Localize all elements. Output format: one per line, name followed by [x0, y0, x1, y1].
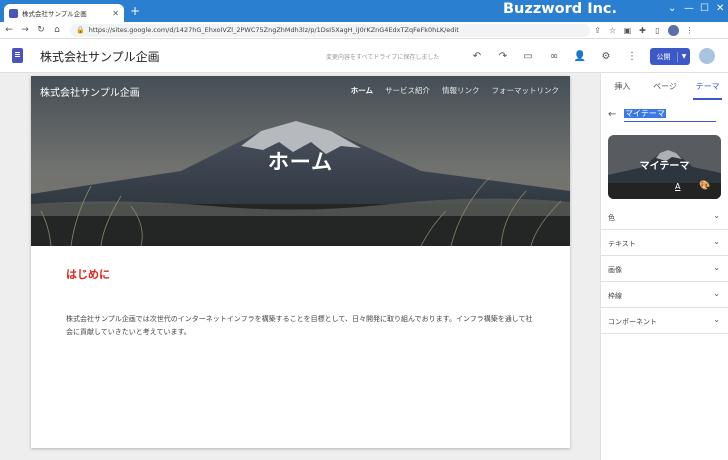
chevron-down-icon: ⌄	[713, 211, 720, 220]
forward-arrow-icon[interactable]: →	[18, 25, 32, 35]
puzzle-icon[interactable]: ✚	[635, 26, 650, 35]
address-bar: ← → ↻ ⌂ 🔒 https://sites.google.com/d/142…	[0, 22, 728, 39]
body-paragraph[interactable]: 株式会社サンプル企画では次世代のインターネットインフラを構築することを目標として…	[66, 313, 534, 339]
palette-icon[interactable]: 🎨	[699, 181, 710, 191]
panel-row-image[interactable]: 画像 ⌄	[601, 257, 728, 282]
theme-preview-card[interactable]: マイテーマ A 🎨	[608, 135, 721, 199]
publish-label[interactable]: 公開	[650, 51, 678, 62]
back-arrow-icon[interactable]: ←	[608, 109, 616, 120]
panel-row-border-label: 枠線	[608, 292, 622, 300]
home-icon[interactable]: ⌂	[50, 25, 64, 35]
panel-row-text-label: テキスト	[608, 240, 636, 248]
site-navigation: ホーム サービス紹介 情報リンク フォーマットリンク	[351, 85, 559, 96]
nav-item-format-links[interactable]: フォーマットリンク	[492, 85, 560, 96]
close-window-icon[interactable]: ✕	[716, 3, 724, 14]
panel-row-text[interactable]: テキスト ⌄	[601, 231, 728, 256]
sidepanel-icon[interactable]: ▯	[650, 26, 665, 35]
redo-icon[interactable]: ↷	[495, 49, 511, 65]
maximize-icon[interactable]: ☐	[700, 3, 709, 14]
brand-watermark: Buzzword Inc.	[503, 1, 618, 17]
chevron-down-icon: ⌄	[713, 315, 720, 324]
panel-row-components[interactable]: コンポーネント ⌄	[601, 309, 728, 334]
site-page: 株式会社サンプル企画 ホーム サービス紹介 情報リンク フォーマットリンク ホー…	[31, 76, 570, 448]
browser-tab-title: 株式会社サンプル企画	[22, 10, 87, 18]
nav-item-services[interactable]: サービス紹介	[385, 85, 430, 96]
panel-tabs: 挿入 ページ テーマ	[601, 73, 728, 101]
chevron-down-icon: ⌄	[713, 263, 720, 272]
publish-dropdown-icon[interactable]: ▼	[678, 53, 690, 60]
link-icon[interactable]: ∞	[546, 49, 562, 65]
chevron-down-icon: ⌄	[713, 237, 720, 246]
lock-icon: 🔒	[76, 26, 85, 34]
tab-pages[interactable]: ページ	[644, 73, 687, 101]
theme-name-input[interactable]: マイテーマ	[624, 108, 716, 122]
minimize-icon[interactable]: —	[684, 3, 694, 14]
tab-themes[interactable]: テーマ	[686, 73, 728, 101]
google-sites-logo-icon[interactable]	[12, 48, 23, 63]
site-title[interactable]: 株式会社サンプル企画	[40, 84, 140, 99]
chevron-down-icon[interactable]: ⌄	[668, 3, 676, 14]
chevron-down-icon: ⌄	[713, 289, 720, 298]
reload-icon[interactable]: ↻	[34, 25, 48, 35]
profile-avatar-icon[interactable]	[668, 24, 679, 36]
panel-row-color[interactable]: 色 ⌄	[601, 205, 728, 230]
url-text: https://sites.google.com/d/1427hG_EhxoIV…	[88, 26, 459, 34]
browser-titlebar: 株式会社サンプル企画 ✕ + Buzzword Inc. ⌄ — ☐ ✕	[0, 0, 728, 22]
browser-tab[interactable]: 株式会社サンプル企画 ✕	[4, 4, 124, 22]
publish-button[interactable]: 公開 ▼	[650, 48, 690, 65]
nav-item-home[interactable]: ホーム	[351, 85, 373, 96]
font-style-icon[interactable]: A	[675, 182, 680, 191]
section-heading[interactable]: はじめに	[66, 266, 110, 282]
close-tab-icon[interactable]: ✕	[112, 9, 119, 18]
theme-name-value: マイテーマ	[624, 109, 666, 118]
settings-gear-icon[interactable]: ⚙	[598, 49, 614, 65]
nav-item-info-links[interactable]: 情報リンク	[442, 85, 480, 96]
sites-toolbar: 株式会社サンプル企画 変更内容をすべてドライブに保存しました ↶ ↷ ▭ ∞ 👤…	[0, 40, 728, 73]
editor-canvas: 株式会社サンプル企画 ホーム サービス紹介 情報リンク フォーマットリンク ホー…	[0, 73, 600, 460]
panel-row-color-label: 色	[608, 214, 615, 222]
extension-icon[interactable]: ▣	[620, 26, 635, 35]
theme-card-title: マイテーマ	[639, 161, 690, 172]
panel-row-components-label: コンポーネント	[608, 318, 657, 326]
save-status: 変更内容をすべてドライブに保存しました	[326, 54, 440, 61]
more-menu-icon[interactable]: ⋮	[624, 49, 640, 65]
share-person-icon[interactable]: 👤	[572, 49, 588, 65]
preview-icon[interactable]: ▭	[520, 49, 536, 65]
sites-favicon-icon	[9, 8, 18, 18]
site-name[interactable]: 株式会社サンプル企画	[40, 48, 160, 65]
share-icon[interactable]: ⇪	[590, 26, 605, 35]
account-avatar[interactable]	[699, 48, 715, 64]
hero-title[interactable]: ホーム	[31, 146, 570, 176]
new-tab-button[interactable]: +	[130, 4, 140, 18]
tab-insert[interactable]: 挿入	[601, 73, 644, 101]
hero-banner[interactable]: 株式会社サンプル企画 ホーム サービス紹介 情報リンク フォーマットリンク ホー…	[31, 76, 570, 246]
browser-menu-icon[interactable]: ⋮	[682, 26, 697, 35]
url-field[interactable]: 🔒 https://sites.google.com/d/1427hG_Ehxo…	[70, 23, 590, 37]
panel-row-image-label: 画像	[608, 266, 622, 274]
right-panel: 挿入 ページ テーマ ← マイテーマ マイテーマ A 🎨 色 ⌄ テキスト ⌄ …	[600, 73, 728, 460]
bookmark-star-icon[interactable]: ☆	[605, 26, 620, 35]
back-arrow-icon[interactable]: ←	[2, 25, 16, 35]
undo-icon[interactable]: ↶	[469, 49, 485, 65]
panel-row-border[interactable]: 枠線 ⌄	[601, 283, 728, 308]
